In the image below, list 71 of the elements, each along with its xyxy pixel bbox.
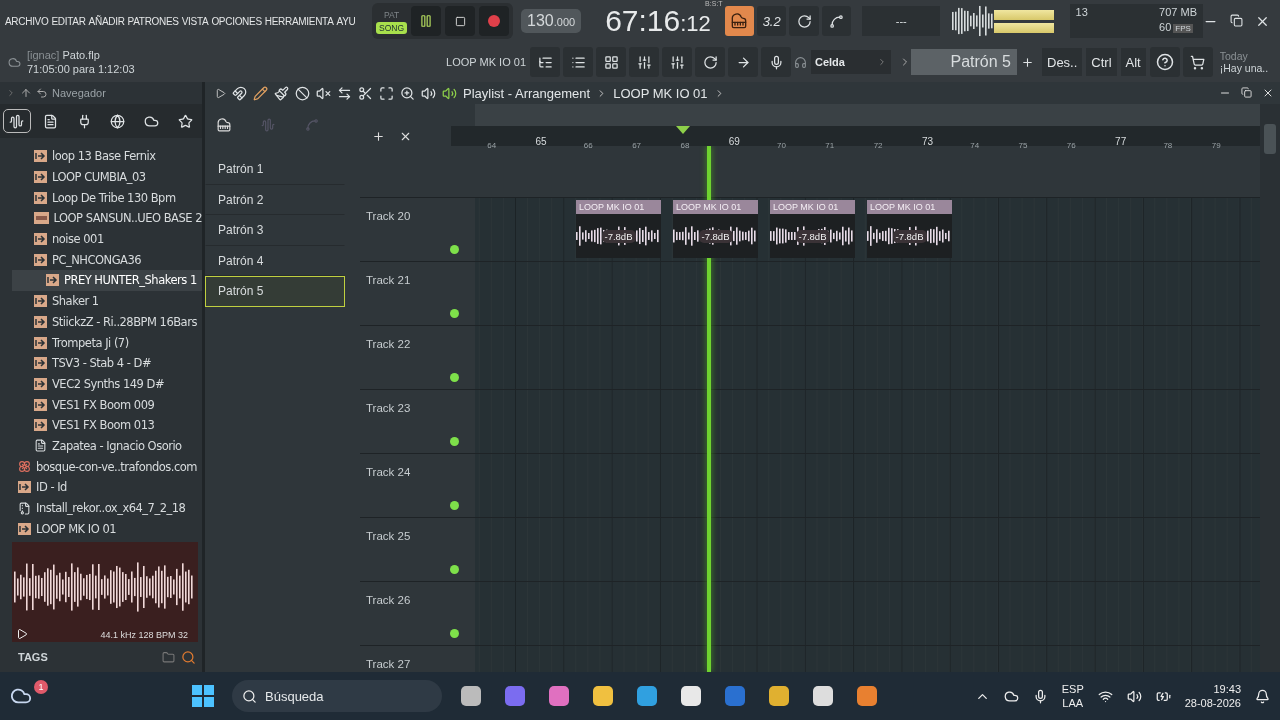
track-name[interactable]: Track 26: [366, 594, 411, 606]
modifier-key[interactable]: Ctrl: [1086, 48, 1117, 76]
hint-text: LOOP MK IO 01: [446, 56, 526, 68]
news-text[interactable]: ¡Hay una..: [1219, 62, 1269, 74]
browser-item[interactable]: LOOP MK IO 01: [0, 518, 202, 540]
menu-item[interactable]: HERRAMIENTA: [264, 15, 334, 27]
browser-item[interactable]: Install_rekor..ox_x64_7_2_18: [0, 497, 202, 519]
track-name[interactable]: Track 20: [366, 210, 411, 222]
bar-number: 69: [728, 136, 740, 147]
track-name[interactable]: Track 21: [366, 274, 411, 286]
audio-clip[interactable]: LOOP MK IO 01 -7.8dB: [673, 200, 758, 258]
menu-item[interactable]: VISTA: [181, 15, 209, 27]
timeline-ruler[interactable]: 64 65 66 67 68 69 70 71 72 73 74 75 76 77 78 79: [451, 126, 1260, 146]
browser-item[interactable]: VES1 FX Boom 013: [0, 414, 202, 436]
notification-badge: 1: [34, 680, 48, 694]
clock[interactable]: 19:43 28-08-2026: [1184, 682, 1241, 710]
browser-item[interactable]: TSV3 - Stab 4 - D#: [0, 352, 202, 374]
news-title: Today: [1219, 50, 1249, 62]
browser-item[interactable]: StiickzZ - Ri..28BPM 16Bars: [0, 311, 202, 333]
resource-monitor: 13 707 MB 60 FPS: [1069, 4, 1203, 38]
browser-item[interactable]: noise 001: [0, 228, 202, 250]
step-edit-button[interactable]: 3.2: [757, 6, 787, 36]
project-time: 71:05:00 para 1:12:03: [27, 63, 136, 75]
mode-toggle[interactable]: SONG: [376, 21, 408, 34]
audio-clip[interactable]: LOOP MK IO 01 -7.8dB: [867, 200, 952, 258]
breadcrumb[interactable]: LOOP MK IO 01: [613, 85, 708, 101]
audio-clip[interactable]: LOOP MK IO 01 -7.8dB: [576, 200, 661, 258]
bar-number: 65: [535, 136, 547, 147]
track-lane[interactable]: LOOP MK IO 01 -7.8dB LOOP MK IO 01 -7.8dB LOOP MK IO 01 -7.8dB LOOP MK IO 01 -7.8dB: [475, 198, 1260, 261]
track-name[interactable]: Track 25: [366, 530, 411, 542]
track-name[interactable]: Track 27: [366, 658, 411, 670]
menu-item[interactable]: AÑADIR: [88, 15, 125, 27]
search-field[interactable]: Búsqueda: [232, 680, 442, 712]
track-name[interactable]: Track 22: [366, 338, 411, 350]
browser-item[interactable]: PC_NHCONGA36: [0, 249, 202, 271]
browser-title: Navegador: [52, 87, 106, 99]
modifier-key[interactable]: Alt: [1120, 48, 1146, 76]
pattern-select[interactable]: Patrón 5: [911, 49, 1017, 75]
sample-info: 44.1 kHz 128 BPM 32: [100, 630, 188, 640]
tempo-field[interactable]: 130.000: [521, 9, 582, 33]
browser-item[interactable]: VES1 FX Boom 009: [0, 394, 202, 415]
browser-item[interactable]: Loop De Tribe 130 Bpm: [0, 187, 202, 209]
bar-number: 77: [1115, 136, 1127, 147]
browser-item[interactable]: LOOP SANSUN..UEO BASE 2: [0, 208, 202, 229]
browser-item[interactable]: loop 13 Base Fernix: [0, 146, 202, 167]
tags-button[interactable]: TAGS: [18, 651, 48, 663]
playlist-title: Playlist - Arrangement: [463, 85, 591, 101]
browser-item[interactable]: LOOP CUMBIA_03: [0, 166, 202, 188]
mode-toggle[interactable]: PAT: [376, 8, 408, 21]
browser-item[interactable]: Trompeta Ji (7): [0, 332, 202, 353]
menu-item[interactable]: OPCIONES: [211, 15, 262, 27]
snap-select[interactable]: Celda: [811, 50, 891, 74]
browser-item[interactable]: Shaker 1: [0, 290, 202, 312]
browser-item[interactable]: PREY HUNTER_Shakers 1: [12, 270, 202, 291]
track-name[interactable]: Track 24: [366, 466, 411, 478]
menu-item[interactable]: AYU: [336, 15, 356, 27]
menu-item[interactable]: EDITAR: [51, 15, 86, 27]
browser-item[interactable]: ID - Id: [0, 477, 202, 498]
menu-item[interactable]: ARCHIVO: [5, 15, 49, 27]
browser-item[interactable]: bosque-con-ve..trafondos.com: [0, 456, 202, 477]
pattern-item[interactable]: Patrón 5: [205, 276, 345, 307]
browser-item[interactable]: VEC2 Synths 149 D#: [0, 373, 202, 395]
project-name: [ignac] Pato.flp: [27, 49, 101, 61]
modifier-key[interactable]: Des..: [1042, 48, 1083, 76]
menu-item[interactable]: PATRONES: [127, 15, 179, 27]
audio-clip[interactable]: LOOP MK IO 01 -7.8dB: [770, 200, 855, 258]
bar-number: 73: [921, 136, 934, 147]
track-name[interactable]: Track 23: [366, 402, 411, 414]
browser-item[interactable]: Zapatea - Ignacio Osorio: [0, 435, 202, 457]
hint-display: ---: [862, 6, 941, 36]
language-indicator[interactable]: ESP LAA: [1061, 682, 1084, 710]
